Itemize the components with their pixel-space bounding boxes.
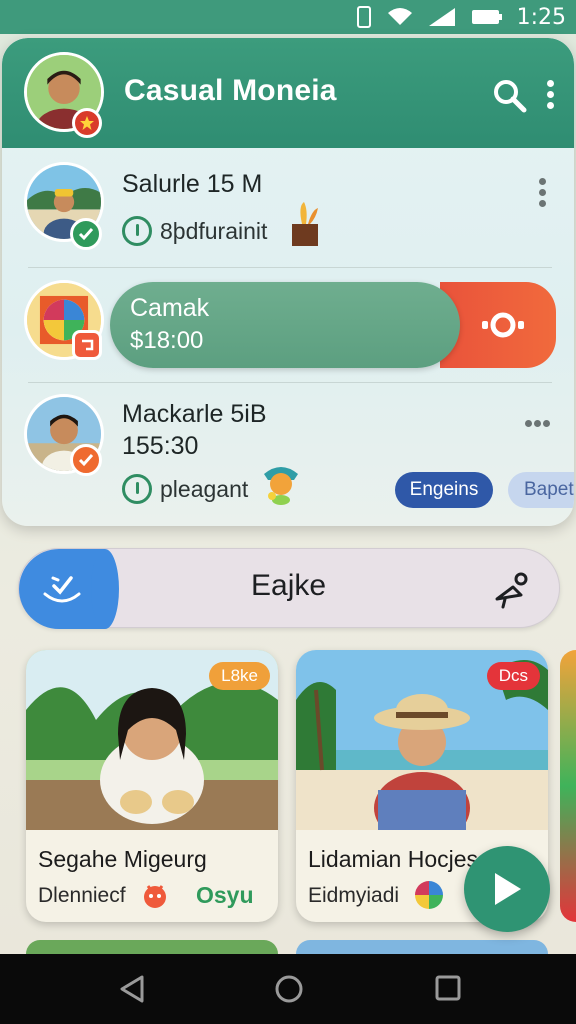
star-badge-icon [72, 108, 102, 138]
broadcast-icon[interactable] [491, 569, 531, 609]
timer-icon [122, 216, 152, 246]
contact-status: pleagant [160, 476, 249, 502]
signal-icon [428, 8, 455, 26]
tile-brand: Osyu [196, 882, 254, 908]
search-bar[interactable]: Eajke [18, 548, 560, 629]
search-label: Eajke [251, 569, 327, 602]
chip-engeins[interactable]: Engeins [395, 472, 493, 508]
conversation-card: Casual Moneia Salurle 15 M 8þdfurainit C… [2, 38, 574, 526]
shield-check-icon [43, 576, 81, 603]
reply-icon [72, 330, 102, 360]
contact-time: 155:30 [122, 432, 199, 460]
row-menu-icon[interactable] [525, 416, 555, 435]
tile-title: Lidamian Hocjes [308, 846, 479, 872]
tile-subtitle: Dlenniecf [38, 884, 126, 907]
contact-name: Mackarle 5iB [122, 400, 267, 428]
media-tile[interactable]: L8ke Segahe Migeurg Dlenniecf Osyu [26, 650, 278, 922]
search-icon[interactable] [492, 78, 528, 114]
contact-subtitle: 8þdfurainit [160, 218, 268, 244]
tile-tag: L8ke [209, 662, 270, 690]
vibrate-icon [356, 6, 371, 28]
record-icon [482, 312, 524, 338]
pill-amount: $18:00 [130, 327, 204, 354]
active-conversation-pill[interactable]: Camak $18:00 [110, 282, 460, 368]
app-title: Casual Moneia [124, 74, 337, 107]
row-menu-icon[interactable] [539, 178, 547, 211]
color-wheel-icon [415, 881, 443, 909]
battery-icon [471, 10, 502, 24]
wifi-icon [387, 8, 412, 25]
overflow-menu-icon[interactable] [547, 80, 555, 113]
bug-icon [144, 885, 166, 908]
contact-name: Salurle 15 M [122, 170, 263, 198]
tile-tag: Dcs [486, 662, 540, 690]
app-bar: Casual Moneia [2, 38, 574, 148]
chip-bapet[interactable]: Bapet [508, 472, 574, 508]
play-icon [495, 873, 521, 905]
divider [28, 382, 552, 383]
check-icon [70, 444, 102, 476]
status-bar: 1:25 [0, 0, 576, 34]
status-time: 1:25 [516, 4, 566, 30]
pill-title: Camak [130, 294, 210, 322]
tile-subtitle: Eidmyiadi [308, 884, 400, 907]
media-tile-partial[interactable] [560, 650, 576, 922]
media-tile-partial[interactable] [26, 940, 278, 954]
check-icon [70, 218, 102, 250]
home-icon[interactable] [274, 974, 304, 1004]
mascot-icon [264, 467, 298, 505]
gift-bag-icon [292, 202, 318, 246]
divider [28, 267, 552, 268]
timer-icon [122, 474, 152, 504]
system-nav-bar [0, 954, 576, 1024]
media-tile-partial[interactable] [296, 940, 548, 954]
back-icon[interactable] [118, 974, 146, 1004]
recents-icon[interactable] [434, 974, 462, 1002]
verify-shield-button[interactable] [19, 549, 119, 629]
play-button[interactable] [464, 846, 550, 932]
tile-title: Segahe Migeurg [38, 846, 207, 872]
